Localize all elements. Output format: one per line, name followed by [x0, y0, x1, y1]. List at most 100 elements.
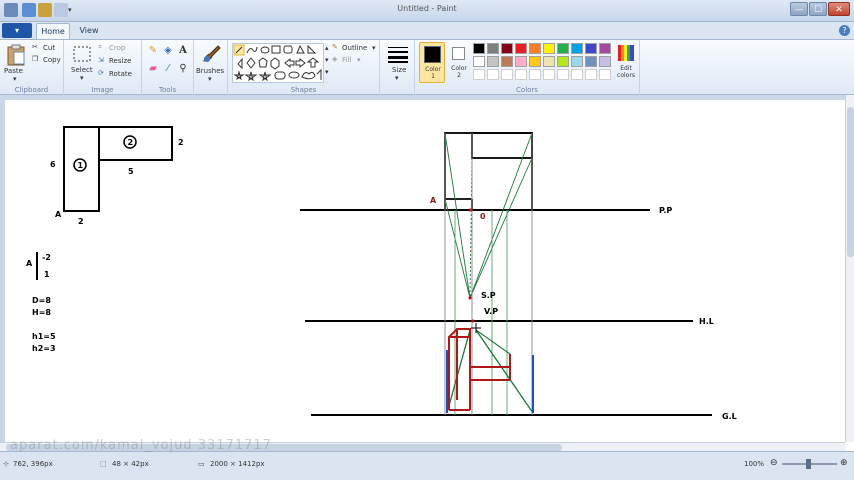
label-sp: S.P [481, 291, 496, 300]
brush-icon [203, 45, 221, 62]
label-a-red: A [430, 196, 437, 205]
resize-label: Resize [109, 57, 132, 65]
palette-swatch[interactable] [599, 43, 611, 54]
custom-color-slot[interactable] [543, 69, 555, 80]
custom-color-slot[interactable] [487, 69, 499, 80]
rotate-button[interactable]: ⟳ Rotate [98, 69, 140, 80]
palette-swatch[interactable] [487, 43, 499, 54]
paste-button[interactable]: Paste ▾ [4, 42, 28, 83]
palette-swatch[interactable] [585, 56, 597, 67]
palette-swatch[interactable] [557, 56, 569, 67]
zoom-out-icon[interactable]: ⊖ [770, 458, 778, 468]
plan-dim-5: 5 [128, 167, 134, 176]
edit-colors-button[interactable]: Edit colors [613, 42, 639, 83]
copy-button[interactable]: ❐ Copy [32, 55, 62, 66]
fill-dropdown[interactable]: ◈ Fill ▾ [332, 55, 378, 66]
palette-swatch[interactable] [585, 43, 597, 54]
text-icon[interactable]: A [176, 44, 190, 57]
label-vp: V.P [484, 307, 498, 316]
perspective-drawing: 1 2 6 2 5 2 A A -2 1 D=8 H=8 h1=5 h2=3 P… [26, 126, 737, 421]
shapes-gallery-icons [233, 44, 322, 82]
shapes-gallery[interactable] [232, 43, 324, 83]
tab-view[interactable]: View [72, 23, 106, 39]
palette-swatch[interactable] [599, 56, 611, 67]
select-dropdown-icon: ▾ [80, 74, 84, 82]
edit-colors-label: Edit colors [617, 65, 635, 79]
cut-button[interactable]: ✂ Cut [32, 43, 62, 54]
plan-label-1: 1 [78, 161, 84, 170]
close-button[interactable]: ✕ [828, 2, 850, 16]
zoom-level: 100% [744, 460, 765, 468]
edit-colors-icon [618, 45, 634, 61]
palette-swatch[interactable] [515, 56, 527, 67]
palette-swatch[interactable] [571, 56, 583, 67]
crop-button[interactable]: ⌗ Crop [98, 43, 140, 54]
zoom-slider-thumb[interactable] [806, 459, 811, 469]
crop-label: Crop [109, 44, 126, 52]
zoom-slider[interactable] [782, 459, 837, 469]
vanishing-point [471, 319, 475, 323]
brushes-button[interactable]: Brushes ▾ [196, 43, 226, 83]
pencil-icon[interactable]: ✎ [146, 44, 160, 57]
eraser-icon[interactable]: ▰ [146, 62, 160, 75]
custom-color-slot[interactable] [599, 69, 611, 80]
vertical-scroll-thumb[interactable] [847, 107, 854, 257]
title-bar: ▾ Untitled - Paint — ☐ ✕ [0, 0, 854, 22]
palette-swatch[interactable] [529, 43, 541, 54]
palette-swatch[interactable] [529, 56, 541, 67]
select-button[interactable]: Select ▾ [70, 43, 94, 83]
station-point [468, 296, 472, 300]
custom-color-slot[interactable] [585, 69, 597, 80]
shapes-expand-icon[interactable]: ▾ [325, 68, 329, 76]
help-icon[interactable]: ? [839, 25, 850, 36]
image-group-label: Image [91, 86, 114, 94]
tab-home[interactable]: Home [36, 23, 70, 39]
palette-swatch[interactable] [501, 43, 513, 54]
crop-icon: ⌗ [98, 43, 102, 51]
paint-window: ▾ Untitled - Paint — ☐ ✕ ▾ Home View ? P… [0, 0, 854, 480]
custom-color-slot[interactable] [529, 69, 541, 80]
size-dropdown-icon: ▾ [395, 74, 399, 82]
shapes-scroll-up-icon[interactable]: ▴ [325, 44, 329, 52]
shapes-group-label: Shapes [290, 86, 317, 94]
palette-swatch[interactable] [557, 43, 569, 54]
palette-swatch[interactable] [501, 56, 513, 67]
palette-swatch[interactable] [515, 43, 527, 54]
note-a-bottom: 1 [44, 270, 50, 279]
palette-swatch[interactable] [473, 43, 485, 54]
zoom-in-icon[interactable]: ⊕ [840, 458, 848, 468]
file-menu-icon: ▾ [14, 26, 19, 35]
custom-color-slot[interactable] [473, 69, 485, 80]
color1-button[interactable]: Color 1 [419, 42, 445, 83]
palette-swatch[interactable] [543, 43, 555, 54]
resize-button[interactable]: ⇲ Resize [98, 56, 140, 67]
drawing-canvas[interactable]: 1 2 6 2 5 2 A A -2 1 D=8 H=8 h1=5 h2=3 P… [5, 100, 845, 442]
vertical-scrollbar[interactable] [845, 95, 854, 442]
color1-swatch [424, 46, 441, 63]
canvas-area: 1 2 6 2 5 2 A A -2 1 D=8 H=8 h1=5 h2=3 P… [0, 95, 845, 442]
file-menu-button[interactable]: ▾ [2, 23, 32, 38]
palette-swatch[interactable] [543, 56, 555, 67]
tools-group-label: Tools [158, 86, 177, 94]
fill-bucket-icon[interactable]: ◈ [161, 44, 175, 57]
maximize-button[interactable]: ☐ [809, 2, 827, 16]
ribbon-tab-bar: ▾ Home View ? [0, 22, 854, 39]
palette-swatch[interactable] [571, 43, 583, 54]
shapes-scroll-down-icon[interactable]: ▾ [325, 56, 329, 64]
note-d: D=8 [32, 296, 51, 305]
size-button[interactable]: Size ▾ [384, 43, 412, 83]
minimize-button[interactable]: — [790, 2, 808, 16]
custom-color-slot[interactable] [515, 69, 527, 80]
color2-button[interactable]: Color 2 [447, 42, 471, 83]
custom-color-slot[interactable] [571, 69, 583, 80]
palette-swatch[interactable] [473, 56, 485, 67]
outline-dropdown[interactable]: ✎ Outline ▾ [332, 43, 378, 54]
palette-swatch[interactable] [487, 56, 499, 67]
image-group: Select ▾ ⌗ Crop ⇲ Resize ⟳ Rotate Image [64, 40, 142, 95]
color-picker-icon[interactable]: ⁄ [161, 62, 175, 75]
custom-color-slot[interactable] [557, 69, 569, 80]
magnifier-icon[interactable]: ⚲ [176, 62, 190, 75]
custom-color-slot[interactable] [501, 69, 513, 80]
rotate-icon: ⟳ [98, 69, 104, 77]
plan-point-a: A [55, 210, 62, 219]
